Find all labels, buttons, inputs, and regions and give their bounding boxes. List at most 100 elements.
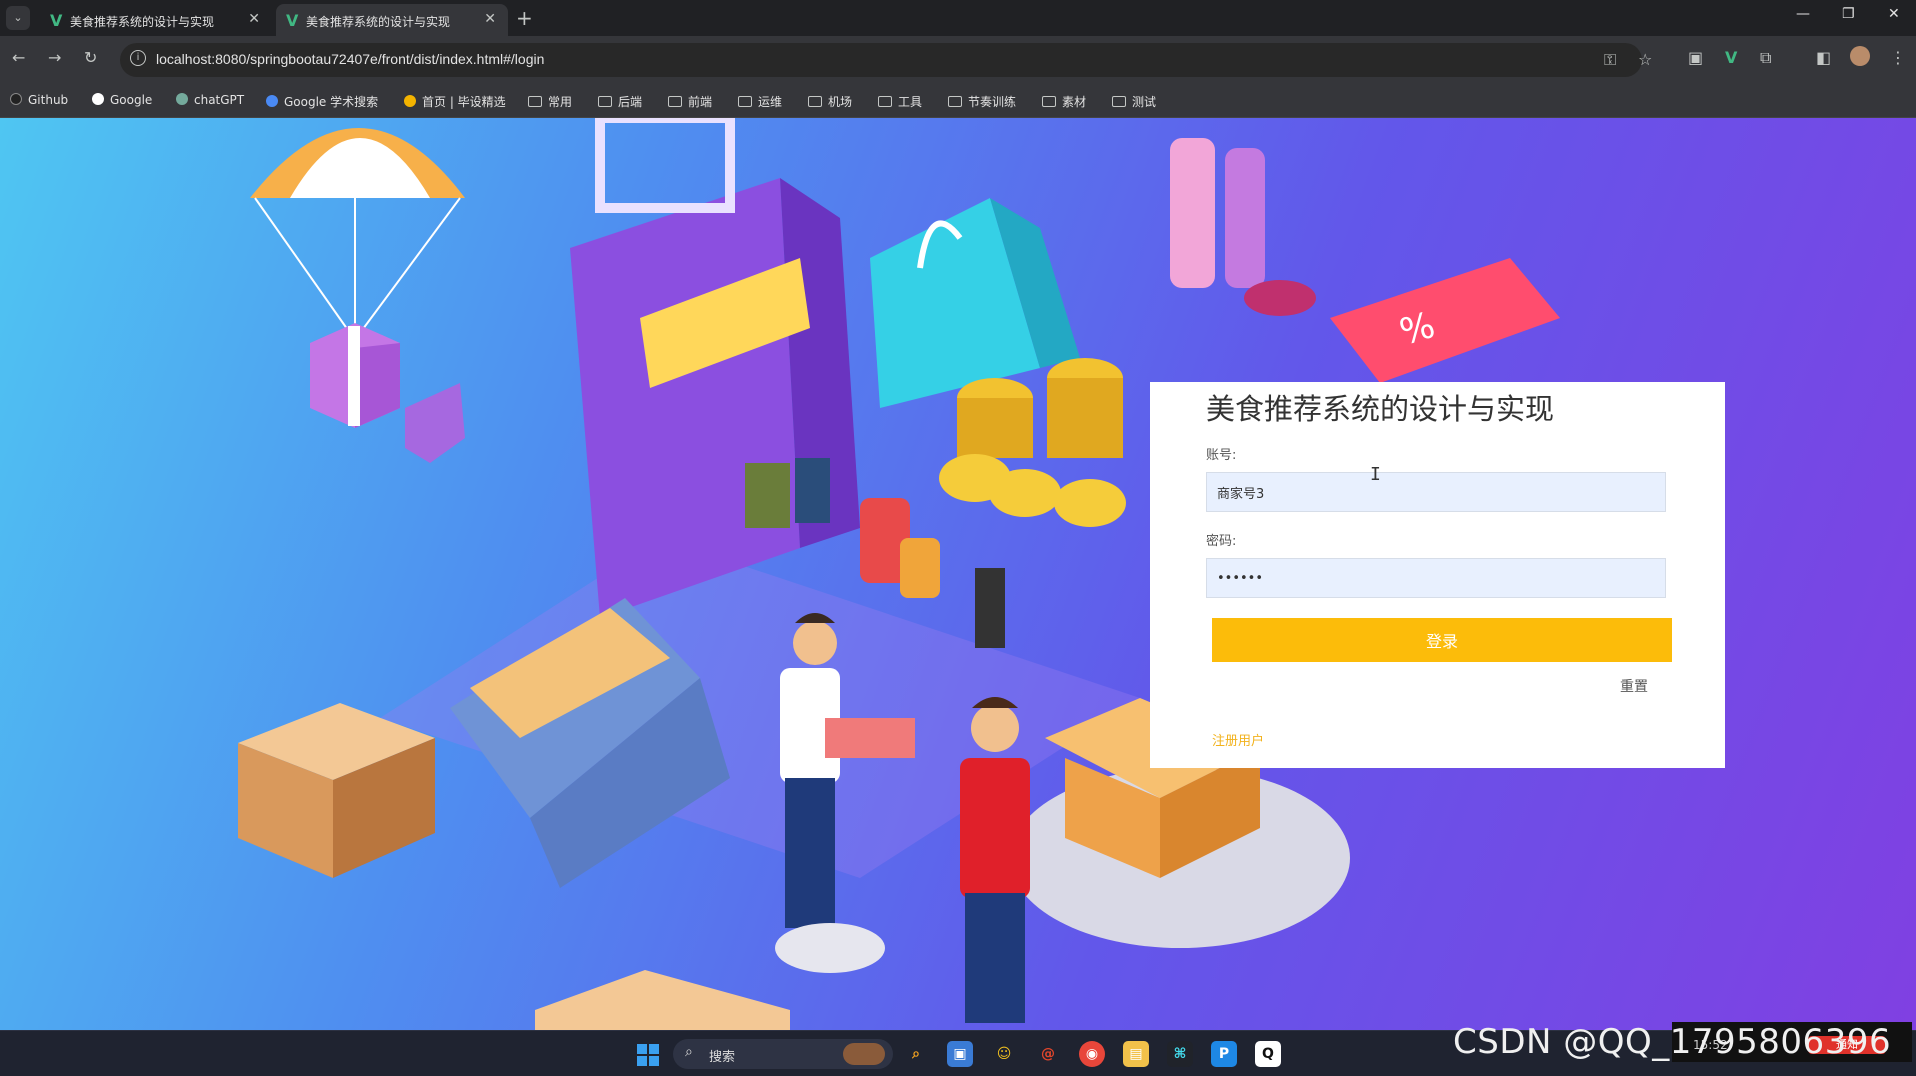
github-icon (10, 93, 22, 105)
url-text[interactable]: localhost:8080/springbootau72407e/front/… (156, 51, 544, 67)
qq-icon[interactable]: Q (1255, 1041, 1281, 1067)
taskbar-search-label: 搜索 (709, 1050, 736, 1065)
taskbar-search[interactable]: ⌕ 搜索 (673, 1039, 893, 1069)
parachute-gift-icon (250, 128, 465, 428)
remote-desktop-icon[interactable]: ▣ (947, 1041, 973, 1067)
login-form: 美食推荐系统的设计与实现 账号: 密码: 登录 重置 注册用户 (1150, 382, 1725, 768)
folder-icon (1112, 96, 1126, 107)
puzzle-icon[interactable]: ⧉ (1760, 48, 1771, 68)
bookmark-label: chatGPT (194, 93, 245, 107)
folder-icon (948, 96, 962, 107)
bookmark-label: 常用 (548, 95, 573, 109)
new-tab-button[interactable]: + (516, 6, 533, 30)
folder-icon (528, 96, 542, 107)
chat-icon[interactable]: ☺ (991, 1041, 1017, 1067)
reset-link[interactable]: 重置 (1620, 676, 1648, 696)
chrome-icon[interactable]: ◉ (1079, 1041, 1105, 1067)
cardboard-box-icon (238, 703, 435, 878)
minimize-icon[interactable]: — (1796, 6, 1810, 22)
price-tag-icon (405, 383, 465, 463)
bookmark-google[interactable]: Google (92, 93, 152, 107)
search-highlight-image (843, 1043, 885, 1065)
vue-devtools-icon[interactable]: V (1725, 48, 1737, 67)
tab-2-close-icon[interactable]: ✕ (484, 11, 496, 27)
bookmarks-bar: Github Google chatGPT Google 学术搜索 首页 | 毕… (0, 84, 1916, 118)
tab-bar: ⌄ V 美食推荐系统的设计与实现 ✕ V 美食推荐系统的设计与实现 ✕ + — … (0, 0, 1916, 36)
folder-icon (668, 96, 682, 107)
account-label: 账号: (1206, 448, 1237, 463)
tab-1-close-icon[interactable]: ✕ (248, 11, 260, 27)
folder-icon (738, 96, 752, 107)
discount-coupon-icon: % (1330, 258, 1560, 383)
bookmark-folder[interactable]: 常用 (528, 93, 572, 110)
search-icon: ⌕ (685, 1044, 693, 1060)
login-page: % 美食推荐系统的设计与实现 账号: 商家号3 密码: •••••• 登录 重置… (0, 118, 1916, 1030)
tab-search-button[interactable]: ⌄ (6, 6, 30, 30)
file-explorer-icon[interactable]: ▤ (1123, 1041, 1149, 1067)
snail-icon[interactable]: @ (1035, 1041, 1061, 1067)
site-icon (404, 95, 416, 107)
bookmark-label: Google 学术搜索 (284, 95, 379, 109)
password-label: 密码: (1206, 534, 1237, 549)
tab-2[interactable]: V 美食推荐系统的设计与实现 ✕ (276, 4, 508, 36)
folder-icon (1042, 96, 1056, 107)
browser-toolbar: ← → ↻ i localhost:8080/springbootau72407… (0, 36, 1916, 84)
side-panel-icon[interactable]: ◧ (1816, 48, 1831, 67)
bookmark-site[interactable]: 首页 | 毕设精选 (404, 93, 506, 110)
bookmark-folder[interactable]: 素材 (1042, 93, 1086, 110)
bookmark-label: 节奏训练 (968, 95, 1017, 109)
bookmark-label: Google (110, 93, 153, 107)
folder-icon (878, 96, 892, 107)
purple-bag-icon (570, 118, 860, 618)
windows-start-icon[interactable] (637, 1044, 659, 1066)
forward-icon[interactable]: → (48, 48, 61, 67)
back-icon[interactable]: ← (12, 48, 25, 67)
login-button[interactable]: 登录 (1212, 618, 1672, 662)
scholar-icon (266, 95, 278, 107)
ide-icon[interactable]: ⌘ (1167, 1041, 1193, 1067)
vue-favicon-icon: V (50, 11, 63, 30)
address-bar[interactable]: i localhost:8080/springbootau72407e/fron… (120, 43, 1652, 77)
cosmetics-icon (1170, 138, 1316, 316)
bookmark-folder[interactable]: 机场 (808, 93, 852, 110)
csdn-watermark: CSDN @QQ_1795806396 (1453, 1022, 1892, 1062)
bookmark-github[interactable]: Github (10, 93, 68, 107)
tab-1[interactable]: V 美食推荐系统的设计与实现 ✕ (40, 4, 272, 36)
bookmark-star-icon[interactable]: ☆ (1638, 50, 1652, 69)
reload-icon[interactable]: ↻ (84, 48, 97, 67)
p-app-icon[interactable]: P (1211, 1041, 1237, 1067)
key-icon[interactable]: ⚿ (1604, 50, 1616, 70)
vue-favicon-icon: V (286, 11, 299, 30)
tab-1-title: 美食推荐系统的设计与实现 (70, 15, 215, 29)
bookmark-folder[interactable]: 前端 (668, 93, 712, 110)
bookmark-folder[interactable]: 测试 (1112, 93, 1156, 110)
bookmark-label: Github (28, 93, 69, 107)
extension-icon[interactable]: ▣ (1688, 48, 1703, 67)
folder-icon (598, 96, 612, 107)
folder-icon (808, 96, 822, 107)
close-window-icon[interactable]: ✕ (1888, 6, 1900, 22)
bookmark-chatgpt[interactable]: chatGPT (176, 93, 244, 107)
account-input[interactable] (1206, 472, 1666, 512)
password-input[interactable] (1206, 558, 1666, 598)
search-app-icon[interactable]: ⌕ (903, 1041, 929, 1067)
register-link[interactable]: 注册用户 (1212, 730, 1264, 749)
bookmark-label: 运维 (758, 95, 783, 109)
bookmark-label: 首页 | 毕设精选 (422, 95, 506, 109)
bookmark-label: 后端 (618, 95, 643, 109)
chatgpt-icon (176, 93, 188, 105)
bookmark-folder[interactable]: 后端 (598, 93, 642, 110)
bookmark-folder[interactable]: 工具 (878, 93, 922, 110)
tab-2-title: 美食推荐系统的设计与实现 (306, 15, 451, 29)
bottom-box-icon (535, 970, 790, 1030)
bookmark-label: 工具 (898, 95, 923, 109)
profile-avatar[interactable] (1850, 46, 1870, 66)
site-info-icon[interactable]: i (130, 50, 146, 66)
text-cursor-icon: I (1370, 464, 1381, 485)
google-icon (92, 93, 104, 105)
bookmark-folder[interactable]: 节奏训练 (948, 93, 1016, 110)
bookmark-folder[interactable]: 运维 (738, 93, 782, 110)
menu-icon[interactable]: ⋮ (1890, 48, 1906, 67)
bookmark-scholar[interactable]: Google 学术搜索 (266, 93, 378, 110)
restore-icon[interactable]: ❐ (1842, 6, 1855, 22)
